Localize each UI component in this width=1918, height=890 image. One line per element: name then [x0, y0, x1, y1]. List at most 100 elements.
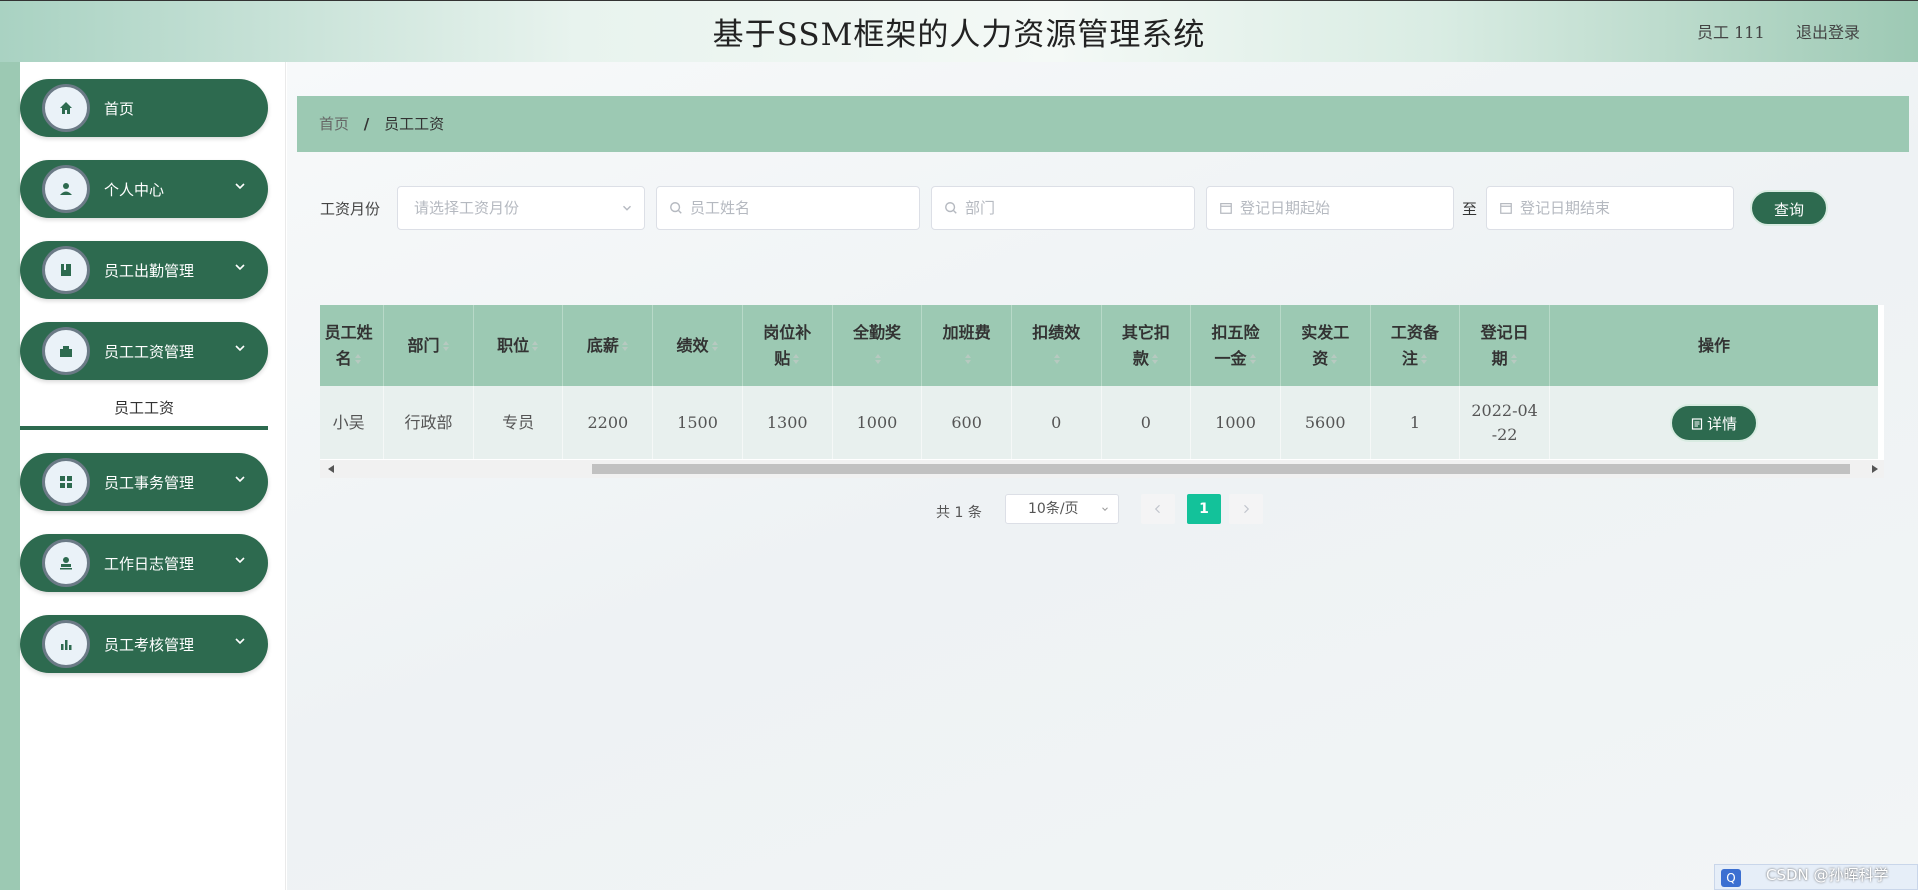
date-end-placeholder: 登记日期结束	[1520, 199, 1611, 217]
breadcrumb: 首页 / 员工工资	[297, 96, 1909, 152]
date-range-to-label: 至	[1462, 200, 1478, 218]
cell-other-deduction: 0	[1101, 386, 1192, 459]
cell-performance: 1500	[652, 386, 743, 459]
logout-link[interactable]: 退出登录	[1796, 19, 1860, 43]
bar-chart-icon	[42, 620, 90, 668]
col-position[interactable]: 职位	[473, 305, 564, 386]
sort-icon[interactable]	[792, 353, 800, 365]
chevron-down-icon	[235, 476, 245, 483]
sort-icon[interactable]	[1330, 353, 1338, 365]
cell-salary-note: 1	[1370, 386, 1461, 459]
next-page-button[interactable]	[1229, 494, 1263, 524]
chevron-down-icon	[623, 205, 631, 211]
sort-icon[interactable]	[964, 353, 972, 365]
sort-icon[interactable]	[354, 353, 362, 365]
sort-icon[interactable]	[1249, 353, 1257, 365]
sort-icon[interactable]	[1151, 353, 1159, 365]
sidebar-item-label: 员工出勤管理	[104, 262, 195, 280]
col-performance-deduction[interactable]: 扣绩效	[1011, 305, 1102, 386]
sort-icon[interactable]	[621, 340, 629, 352]
cell-overtime-pay: 600	[921, 386, 1012, 459]
breadcrumb-home[interactable]: 首页	[319, 115, 349, 133]
col-overtime-pay[interactable]: 加班费	[921, 305, 1012, 386]
date-start-input[interactable]: 登记日期起始	[1206, 186, 1454, 230]
search-icon	[670, 202, 682, 214]
sort-icon[interactable]	[1420, 353, 1428, 365]
sidebar-item-label: 首页	[104, 100, 135, 118]
page-size-select[interactable]: 10条/页	[1005, 494, 1119, 524]
page-size-value: 10条/页	[1028, 501, 1079, 517]
prev-page-button[interactable]	[1141, 494, 1175, 524]
wallet-icon	[42, 327, 90, 375]
chevron-down-icon	[235, 557, 245, 564]
col-attendance-bonus[interactable]: 全勤奖	[832, 305, 923, 386]
salary-month-placeholder: 请选择工资月份	[414, 199, 520, 217]
col-department[interactable]: 部门	[383, 305, 474, 386]
cell-net-salary: 5600	[1280, 386, 1371, 459]
col-register-date[interactable]: 登记日期	[1459, 305, 1550, 386]
sidebar-item-label: 员工工资管理	[104, 343, 195, 361]
cell-post-allowance: 1300	[742, 386, 833, 459]
sidebar-item-salary[interactable]: 员工工资管理	[20, 322, 268, 380]
search-icon	[945, 202, 957, 214]
sidebar-item-label: 个人中心	[104, 181, 165, 199]
cell-base-salary: 2200	[562, 386, 654, 459]
employee-name-placeholder: 员工姓名	[690, 199, 751, 217]
sidebar: 首页 个人中心 员工出勤管理 员工工资管理 员工工资 员工事务管理 工作日志管理…	[20, 62, 286, 890]
sort-icon[interactable]	[531, 340, 539, 352]
salary-table: 员工姓名 部门 职位 底薪 绩效 岗位补贴 全勤奖 加班费 扣绩效 其它扣款 扣…	[320, 305, 1884, 460]
chevron-down-icon	[235, 638, 245, 645]
col-net-salary[interactable]: 实发工资	[1280, 305, 1371, 386]
current-user: 员工 111	[1697, 23, 1765, 42]
sidebar-item-work-log[interactable]: 工作日志管理	[20, 534, 268, 592]
cell-department: 行政部	[383, 386, 474, 459]
detail-button[interactable]: 详情	[1669, 403, 1758, 442]
scroll-thumb[interactable]	[592, 464, 1850, 474]
salary-month-select[interactable]: 请选择工资月份	[397, 186, 645, 230]
table-row[interactable]: 小吴 行政部 专员 2200 1500 1300 1000 600 0 0 10…	[320, 386, 1878, 459]
sidebar-item-label: 员工考核管理	[104, 636, 195, 654]
person-icon	[42, 165, 90, 213]
department-input[interactable]: 部门	[931, 186, 1195, 230]
sidebar-item-attendance[interactable]: 员工出勤管理	[20, 241, 268, 299]
sort-icon[interactable]	[1053, 353, 1061, 365]
ime-logo-icon: Q	[1721, 869, 1741, 887]
col-base-salary[interactable]: 底薪	[562, 305, 654, 386]
sort-icon[interactable]	[1510, 353, 1518, 365]
calendar-icon	[1500, 203, 1512, 214]
calendar-icon	[1220, 203, 1232, 214]
sidebar-item-label: 员工事务管理	[104, 474, 195, 492]
sort-icon[interactable]	[711, 340, 719, 352]
sidebar-item-affairs[interactable]: 员工事务管理	[20, 453, 268, 511]
sort-icon[interactable]	[442, 340, 450, 352]
sidebar-item-personal-center[interactable]: 个人中心	[20, 160, 268, 218]
main-content: 首页 / 员工工资 工资月份 请选择工资月份 员工姓名 部门 登记日期起始 至 …	[287, 62, 1918, 890]
sidebar-item-assessment[interactable]: 员工考核管理	[20, 615, 268, 673]
page-number-1[interactable]: 1	[1187, 494, 1221, 524]
sidebar-item-home[interactable]: 首页	[20, 79, 268, 137]
employee-name-input[interactable]: 员工姓名	[656, 186, 920, 230]
department-placeholder: 部门	[965, 199, 996, 217]
salary-month-label: 工资月份	[320, 200, 381, 218]
sort-icon[interactable]	[874, 353, 882, 365]
date-end-input[interactable]: 登记日期结束	[1486, 186, 1734, 230]
chevron-down-icon	[235, 183, 245, 190]
col-insurance-deduction[interactable]: 扣五险 一金	[1190, 305, 1281, 386]
col-other-deduction[interactable]: 其它扣款	[1101, 305, 1192, 386]
chevron-down-icon	[235, 345, 245, 352]
cell-insurance-deduction: 1000	[1190, 386, 1281, 459]
query-button[interactable]: 查询	[1750, 190, 1828, 226]
submenu-employee-salary[interactable]: 员工工资	[20, 390, 268, 430]
scroll-right-arrow[interactable]	[1872, 465, 1878, 473]
col-salary-note[interactable]: 工资备注	[1370, 305, 1461, 386]
chevron-left-icon	[1154, 504, 1160, 514]
scroll-left-arrow[interactable]	[328, 465, 334, 473]
col-employee-name[interactable]: 员工姓名	[320, 305, 385, 386]
table-horizontal-scrollbar[interactable]	[320, 460, 1884, 478]
cell-employee-name: 小吴	[320, 386, 385, 459]
document-icon	[1691, 417, 1703, 430]
col-post-allowance[interactable]: 岗位补贴	[742, 305, 833, 386]
table-header-row: 员工姓名 部门 职位 底薪 绩效 岗位补贴 全勤奖 加班费 扣绩效 其它扣款 扣…	[320, 305, 1878, 386]
col-performance[interactable]: 绩效	[652, 305, 743, 386]
cell-performance-deduction: 0	[1011, 386, 1102, 459]
